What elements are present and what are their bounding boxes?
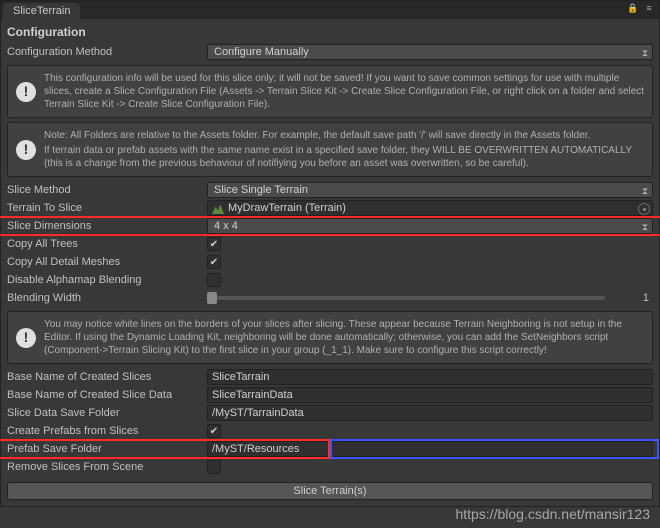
page-title: Configuration xyxy=(1,19,659,43)
disable-alphamap-blending-label: Disable Alphamap Blending xyxy=(7,274,207,286)
object-picker-icon[interactable] xyxy=(638,203,650,215)
slice-method-dropdown[interactable]: Slice Single Terrain xyxy=(207,182,653,198)
base-name-slices-label: Base Name of Created Slices xyxy=(7,371,207,383)
remove-slices-checkbox[interactable] xyxy=(207,460,221,474)
info-box-folders: ! Note: All Folders are relative to the … xyxy=(7,122,653,177)
copy-all-trees-label: Copy All Trees xyxy=(7,238,207,250)
blending-width-slider[interactable] xyxy=(207,296,605,300)
disable-alphamap-blending-checkbox[interactable] xyxy=(207,273,221,287)
create-prefabs-label: Create Prefabs from Slices xyxy=(7,425,207,437)
create-prefabs-checkbox[interactable] xyxy=(207,424,221,438)
slice-terrain-button[interactable]: Slice Terrain(s) xyxy=(7,482,653,500)
terrain-icon xyxy=(212,202,224,214)
tab-sliceterrain[interactable]: SliceTerrain xyxy=(3,3,80,19)
prefab-save-folder-label: Prefab Save Folder xyxy=(7,443,207,455)
tab-bar: SliceTerrain 🔒 ≡ xyxy=(1,1,659,19)
terrain-to-slice-label: Terrain To Slice xyxy=(7,202,207,214)
config-method-label: Configuration Method xyxy=(7,46,207,58)
info-box-neighboring: ! You may notice white lines on the bord… xyxy=(7,311,653,364)
base-name-slice-data-input[interactable]: SliceTarrainData xyxy=(207,387,653,403)
base-name-slices-input[interactable]: SliceTarrain xyxy=(207,369,653,385)
copy-all-trees-checkbox[interactable] xyxy=(207,237,221,251)
watermark: https://blog.csdn.net/mansir123 xyxy=(455,506,650,522)
context-menu-icon[interactable]: ≡ xyxy=(643,3,655,13)
slice-data-save-folder-label: Slice Data Save Folder xyxy=(7,407,207,419)
config-method-dropdown[interactable]: Configure Manually xyxy=(207,44,653,60)
copy-all-detail-meshes-checkbox[interactable] xyxy=(207,255,221,269)
terrain-to-slice-field[interactable]: MyDrawTerrain (Terrain) xyxy=(207,200,653,216)
info-box-config: ! This configuration info will be used f… xyxy=(7,65,653,118)
base-name-slice-data-label: Base Name of Created Slice Data xyxy=(7,389,207,401)
info-icon: ! xyxy=(16,140,36,160)
slice-dimensions-dropdown[interactable]: 4 x 4 xyxy=(207,218,653,234)
info-icon: ! xyxy=(16,328,36,348)
blending-width-label: Blending Width xyxy=(7,292,207,304)
slice-data-save-folder-input[interactable]: /MyST/TarrainData xyxy=(207,405,653,421)
prefab-save-folder-input[interactable]: /MyST/Resources xyxy=(207,441,653,457)
remove-slices-label: Remove Slices From Scene xyxy=(7,461,207,473)
slider-handle[interactable] xyxy=(207,292,217,304)
slice-dimensions-label: Slice Dimensions xyxy=(7,220,207,232)
info-icon: ! xyxy=(16,82,36,102)
lock-icon[interactable]: 🔒 xyxy=(627,3,639,13)
copy-all-detail-meshes-label: Copy All Detail Meshes xyxy=(7,256,207,268)
slice-method-label: Slice Method xyxy=(7,184,207,196)
blending-width-value[interactable]: 1 xyxy=(613,292,653,304)
